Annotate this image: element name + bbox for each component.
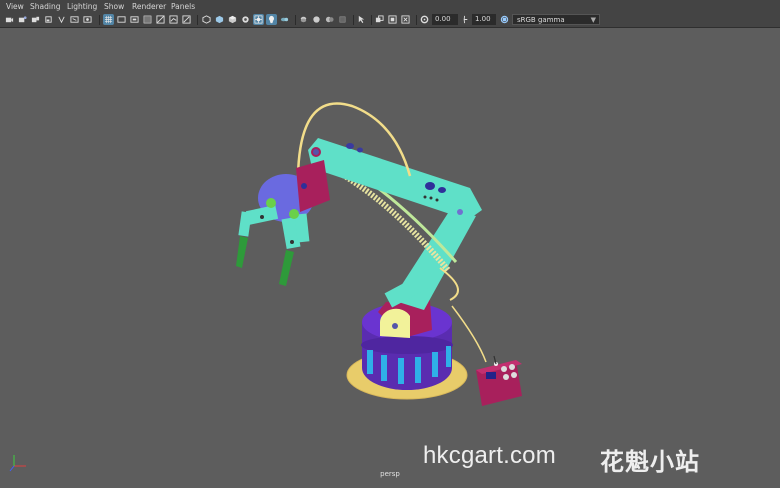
menu-panels[interactable]: Panels [171,0,195,13]
menu-renderer[interactable]: Renderer [132,0,166,13]
controller-cable [451,305,487,363]
panel-menu-bar: View Shading Lighting Show Renderer Pane… [0,0,780,13]
chevron-down-icon: ▼ [590,16,596,24]
camera-select-icon[interactable] [4,14,15,25]
base-pillar [432,352,438,377]
safe-action-icon[interactable] [129,14,140,25]
menu-show[interactable]: Show [104,0,124,13]
base-pillar [381,355,387,381]
use-default-material-icon[interactable] [181,14,192,25]
image-plane-icon[interactable] [43,14,54,25]
view-transform-icon[interactable] [499,14,510,25]
gamma-icon[interactable] [460,14,471,25]
isolate-select-icon[interactable] [337,14,348,25]
safe-title-icon[interactable] [142,14,153,25]
panel-toolbar: 0.00 1.00 sRGB gamma ▼ [0,13,780,28]
xray-icon[interactable] [214,14,225,25]
camera-attributes-icon[interactable] [17,14,28,25]
hud-icon[interactable] [387,14,398,25]
backface-culling-icon[interactable] [240,14,251,25]
menu-shading[interactable]: Shading [30,0,60,13]
shadows-icon[interactable] [266,14,277,25]
motion-blur-icon[interactable] [298,14,309,25]
default-lighting-icon[interactable] [253,14,264,25]
bookmark-icon[interactable] [30,14,41,25]
watermark-latin: hkcgart.com [423,442,556,469]
field-chart-icon[interactable] [116,14,127,25]
camera-name-label: persp [380,470,400,478]
base-pillar [398,358,404,384]
camera-sequencer-icon[interactable] [374,14,385,25]
menu-lighting[interactable]: Lighting [67,0,97,13]
exposure-field[interactable]: 0.00 [432,14,458,25]
color-space-dropdown[interactable]: sRGB gamma ▼ [512,14,600,25]
color-space-label: sRGB gamma [517,16,565,24]
grid-icon[interactable] [56,14,67,25]
gamma-field[interactable]: 1.00 [472,14,496,25]
xray-joints-icon[interactable] [227,14,238,25]
smooth-shade-icon[interactable] [168,14,179,25]
close-panel-icon[interactable] [400,14,411,25]
perspective-viewport[interactable]: hkcgart.com 花魁小站 [0,28,780,484]
depth-of-field-icon[interactable] [324,14,335,25]
gripper-finger [236,236,248,268]
base-pillar [367,350,373,374]
antialias-icon[interactable] [311,14,322,25]
exposure-icon[interactable] [419,14,430,25]
gate-mask-icon[interactable] [103,14,114,25]
menu-view[interactable]: View [6,0,24,13]
resolution-gate-icon[interactable] [82,14,93,25]
screen-space-ao-icon[interactable] [279,14,290,25]
film-gate-icon[interactable] [69,14,80,25]
xray-active-icon[interactable] [356,14,367,25]
base-pillar [446,346,451,367]
scene-render [236,102,522,406]
wireframe-on-shaded-icon[interactable] [201,14,212,25]
wireframe-icon[interactable] [155,14,166,25]
base-pillar [415,357,421,383]
gripper-finger [279,250,294,286]
